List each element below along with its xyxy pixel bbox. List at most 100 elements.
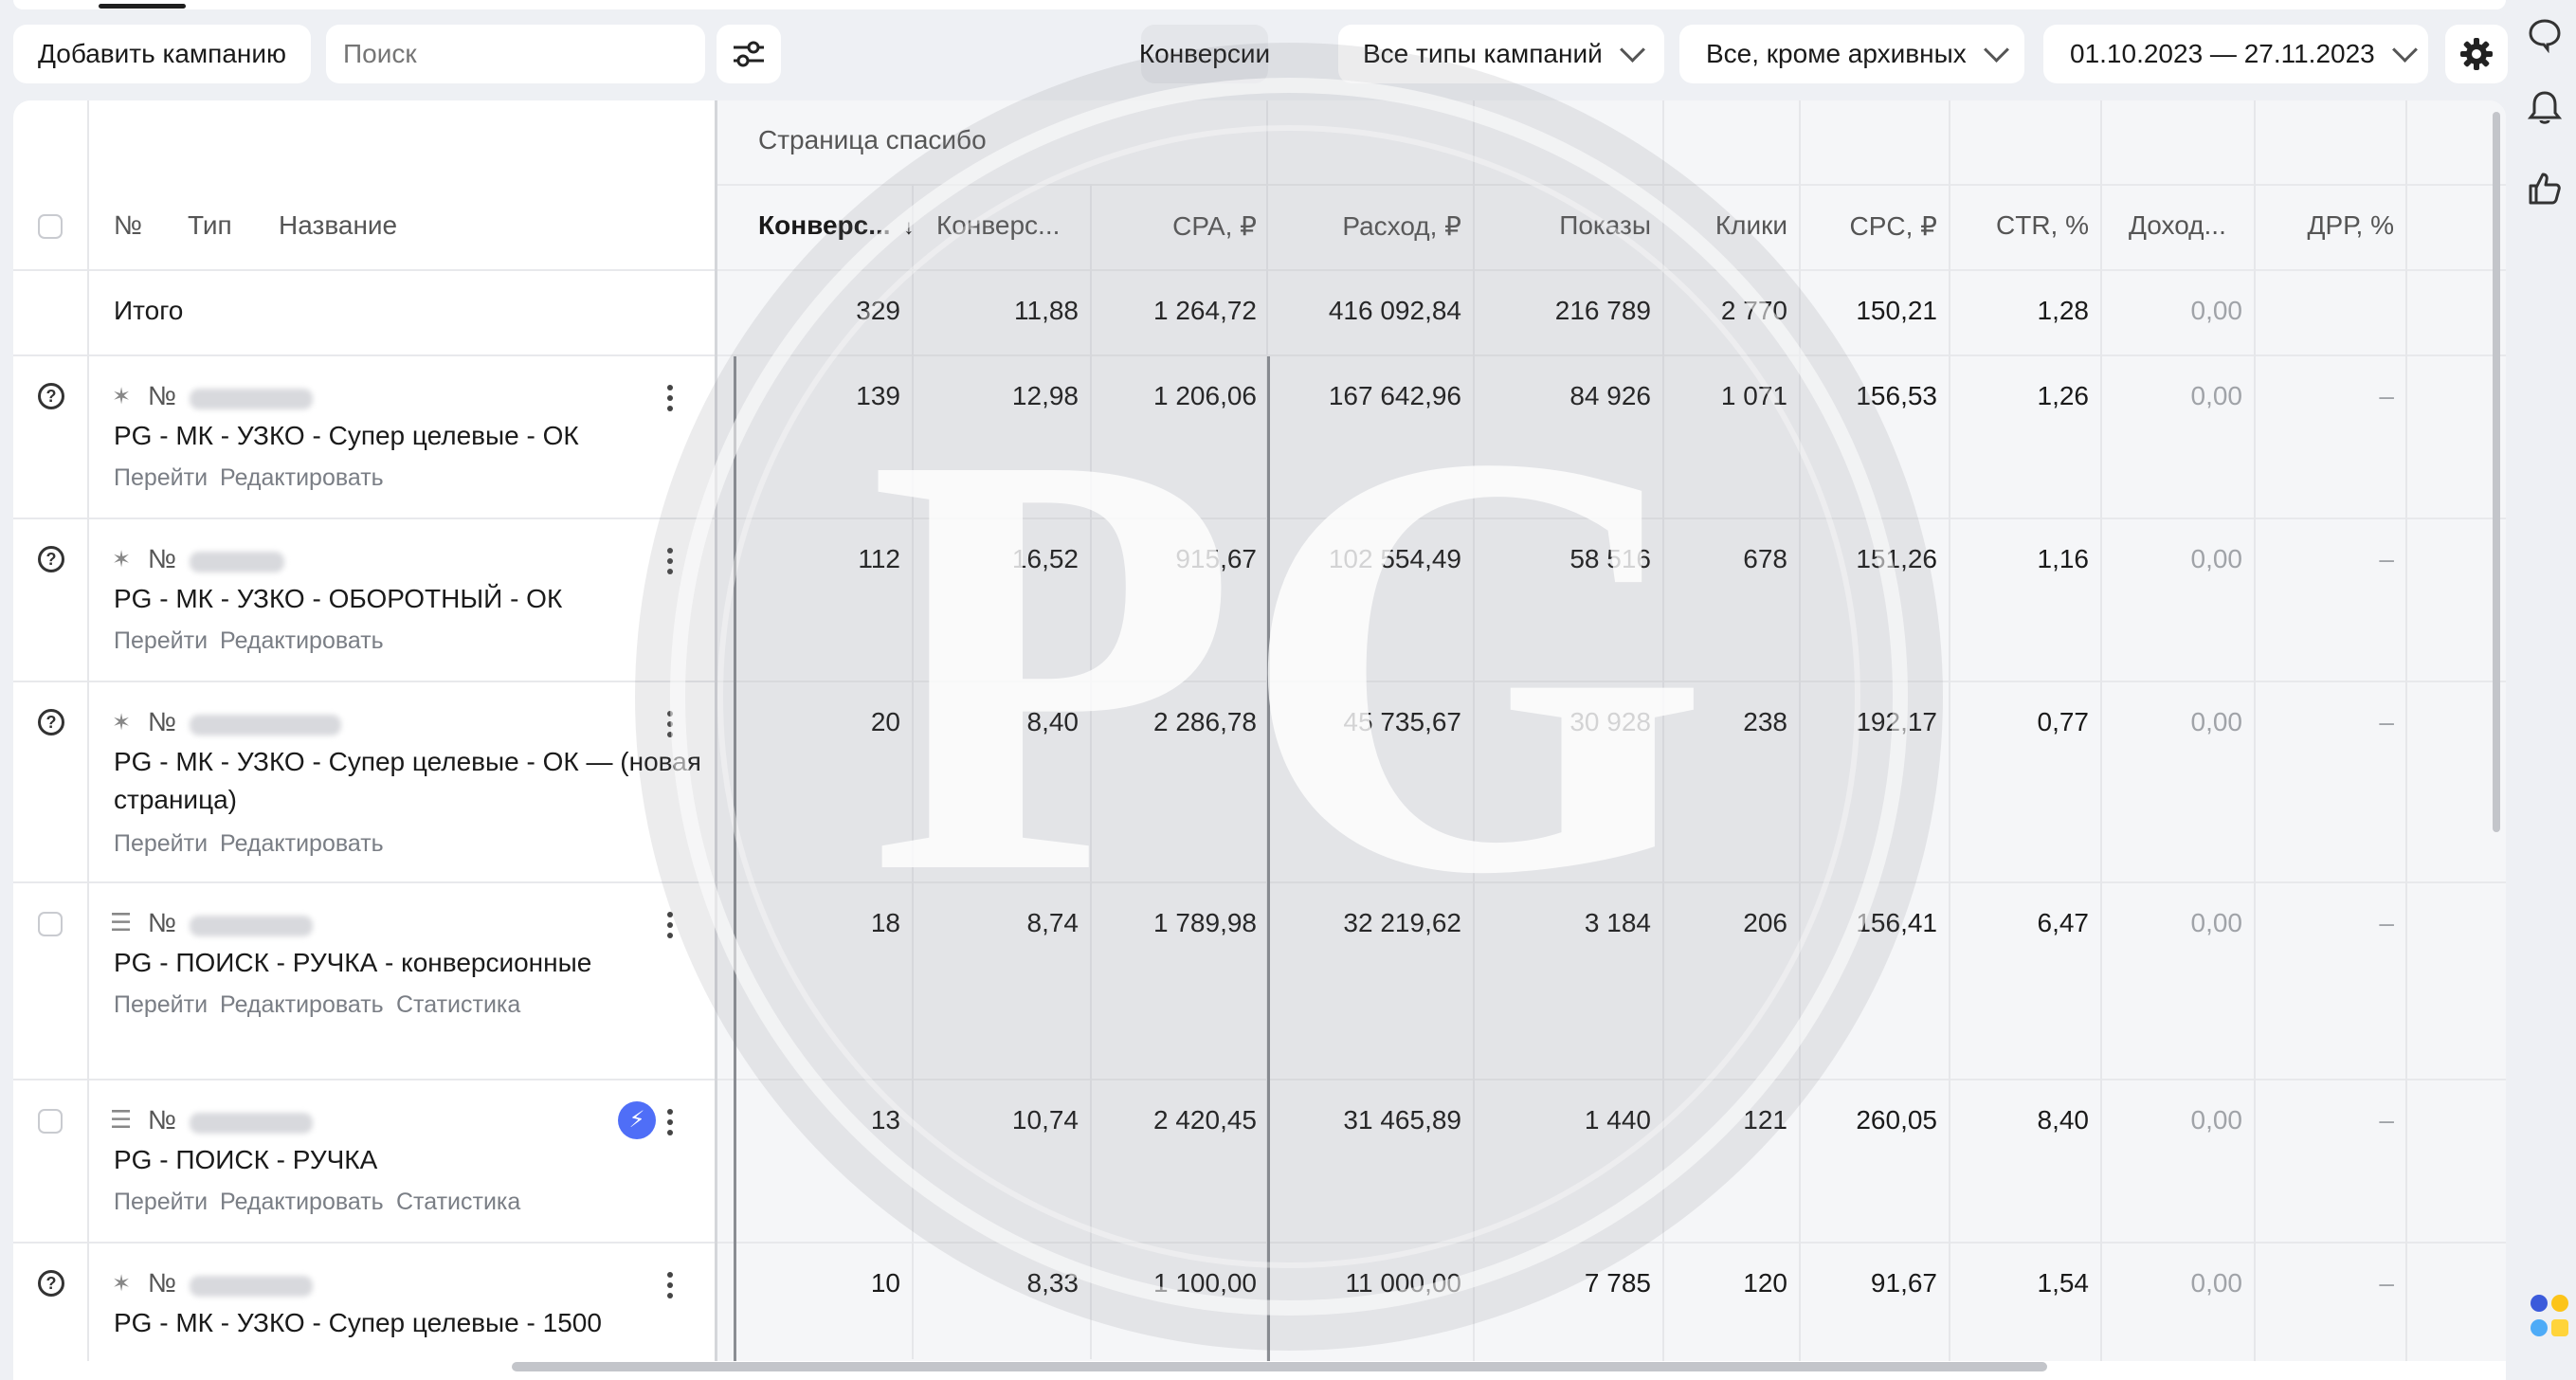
- archive-filter-select[interactable]: Все, кроме архивных: [1679, 25, 2024, 83]
- campaign-name[interactable]: PG - ПОИСК - РУЧКА - конверсионные: [114, 944, 591, 982]
- chevron-down-icon: [1619, 36, 1645, 63]
- question-circle-icon[interactable]: ?: [38, 709, 64, 735]
- edit-link[interactable]: Редактировать: [220, 627, 384, 655]
- settings-button[interactable]: [2445, 25, 2508, 83]
- search-field[interactable]: [326, 25, 705, 83]
- conversions-label: Конверсии: [1138, 39, 1271, 68]
- row-menu-icon[interactable]: [667, 711, 673, 742]
- row-menu-icon[interactable]: [667, 385, 673, 416]
- cell-cpa: 915,67: [1175, 544, 1257, 573]
- campaigns-table: Страница спасибо № Тип Название Конверс.…: [13, 100, 2506, 1380]
- question-circle-icon[interactable]: ?: [38, 383, 64, 409]
- cell-conv1: 18: [870, 908, 900, 937]
- col-shows[interactable]: Показы: [1473, 210, 1651, 241]
- select-all-checkbox[interactable]: [38, 214, 63, 239]
- cell-clicks: 206: [1743, 908, 1787, 937]
- campaign-number: №: [148, 544, 177, 573]
- cell-clicks: 1 071: [1720, 381, 1787, 410]
- col-spend[interactable]: Расход, ₽: [1266, 210, 1461, 242]
- col-conv2[interactable]: Конверс...: [936, 210, 1060, 241]
- add-campaign-button[interactable]: Добавить кампанию: [13, 25, 311, 83]
- total-income: 0,00: [2190, 296, 2243, 325]
- col-clicks[interactable]: Клики: [1662, 210, 1787, 241]
- vertical-scrollbar[interactable]: [2493, 112, 2500, 832]
- add-campaign-label: Добавить кампанию: [37, 39, 287, 68]
- smart-campaign-icon: ✶: [112, 1271, 132, 1297]
- col-num[interactable]: №: [114, 210, 142, 241]
- date-range-select[interactable]: 01.10.2023 — 27.11.2023: [2043, 25, 2428, 83]
- cell-conv2: 8,40: [1026, 707, 1079, 736]
- row-menu-icon[interactable]: [667, 1272, 673, 1303]
- campaign-name[interactable]: PG - ПОИСК - РУЧКА: [114, 1141, 377, 1179]
- goto-link[interactable]: Перейти: [114, 830, 208, 858]
- col-income[interactable]: Доход...: [2129, 210, 2226, 241]
- top-strip: [13, 0, 2506, 9]
- edit-link[interactable]: Редактировать: [220, 991, 384, 1019]
- chevron-down-icon: [2391, 36, 2418, 63]
- bell-icon[interactable]: [2527, 89, 2563, 127]
- stats-link[interactable]: Статистика: [396, 991, 520, 1019]
- cell-conv1: 139: [856, 381, 900, 410]
- cell-ctr: 1,54: [2037, 1268, 2090, 1298]
- edit-link[interactable]: Редактировать: [220, 464, 384, 492]
- row-menu-icon[interactable]: [667, 548, 673, 579]
- col-name[interactable]: Название: [279, 210, 397, 241]
- total-clicks: 2 770: [1720, 296, 1787, 325]
- cell-cpc: 156,53: [1856, 381, 1937, 410]
- cell-income: 0,00: [2190, 908, 2243, 937]
- filter-settings-button[interactable]: [717, 25, 781, 83]
- campaign-number: №: [148, 707, 177, 736]
- edit-link[interactable]: Редактировать: [220, 1189, 384, 1216]
- cell-conv2: 8,33: [1026, 1268, 1079, 1298]
- stats-link[interactable]: Статистика: [396, 1189, 520, 1216]
- col-type[interactable]: Тип: [188, 210, 232, 241]
- thumbs-up-icon[interactable]: [2525, 169, 2563, 207]
- row-checkbox[interactable]: [38, 912, 63, 936]
- cell-spend: 31 465,89: [1343, 1105, 1461, 1135]
- cell-conv1: 20: [870, 707, 900, 736]
- row-checkbox[interactable]: [38, 1109, 63, 1134]
- cell-shows: 1 440: [1584, 1105, 1651, 1135]
- edit-link[interactable]: Редактировать: [220, 830, 384, 858]
- services-grid-icon[interactable]: [2531, 1295, 2568, 1344]
- search-campaign-icon: ☰: [110, 908, 133, 936]
- search-input[interactable]: [341, 38, 686, 70]
- goto-link[interactable]: Перейти: [114, 464, 208, 492]
- total-shows: 216 789: [1554, 296, 1651, 325]
- campaign-name[interactable]: PG - МК - УЗКО - Супер целевые - 1500: [114, 1304, 602, 1342]
- col-cpa[interactable]: CPA, ₽: [1090, 210, 1257, 242]
- cell-spend: 167 642,96: [1328, 381, 1461, 410]
- horizontal-scrollbar[interactable]: [512, 1362, 2047, 1371]
- lightning-icon[interactable]: ⚡: [618, 1101, 656, 1139]
- row-menu-icon[interactable]: [667, 912, 673, 943]
- campaign-types-select[interactable]: Все типы кампаний: [1338, 25, 1664, 83]
- col-cpc[interactable]: CPC, ₽: [1799, 210, 1938, 242]
- goto-link[interactable]: Перейти: [114, 627, 208, 655]
- question-circle-icon[interactable]: ?: [38, 1270, 64, 1297]
- cell-cpa: 2 420,45: [1153, 1105, 1257, 1135]
- cell-spend: 45 735,67: [1343, 707, 1461, 736]
- col-drr[interactable]: ДРР, %: [2254, 210, 2394, 241]
- goto-link[interactable]: Перейти: [114, 991, 208, 1019]
- sort-arrow-icon: ↓: [903, 215, 915, 239]
- total-cpa: 1 264,72: [1153, 296, 1257, 325]
- cell-cpa: 1 100,00: [1153, 1268, 1257, 1298]
- cell-clicks: 120: [1743, 1268, 1787, 1298]
- col-conv1[interactable]: Конверс... ↓: [758, 210, 914, 241]
- campaign-name[interactable]: PG - МК - УЗКО - Супер целевые - ОК: [114, 417, 579, 455]
- col-ctr[interactable]: CTR, %: [1949, 210, 2089, 241]
- conversions-button[interactable]: Конверсии: [1138, 25, 1271, 83]
- right-rail: [2510, 0, 2576, 1380]
- goto-link[interactable]: Перейти: [114, 1189, 208, 1216]
- campaign-name[interactable]: PG - МК - УЗКО - ОБОРОТНЫЙ - ОК: [114, 580, 562, 618]
- campaign-name-line2[interactable]: страница): [114, 781, 237, 819]
- cell-income: 0,00: [2190, 381, 2243, 410]
- cell-drr: –: [2379, 1105, 2394, 1135]
- cell-spend: 11 000,00: [1345, 1268, 1462, 1298]
- cell-cpc: 156,41: [1856, 908, 1937, 937]
- campaign-name[interactable]: PG - МК - УЗКО - Супер целевые - ОК — (н…: [114, 743, 701, 781]
- question-circle-icon[interactable]: ?: [38, 546, 64, 572]
- chat-icon[interactable]: [2527, 17, 2563, 53]
- total-spend: 416 092,84: [1328, 296, 1461, 325]
- row-menu-icon[interactable]: [667, 1109, 673, 1140]
